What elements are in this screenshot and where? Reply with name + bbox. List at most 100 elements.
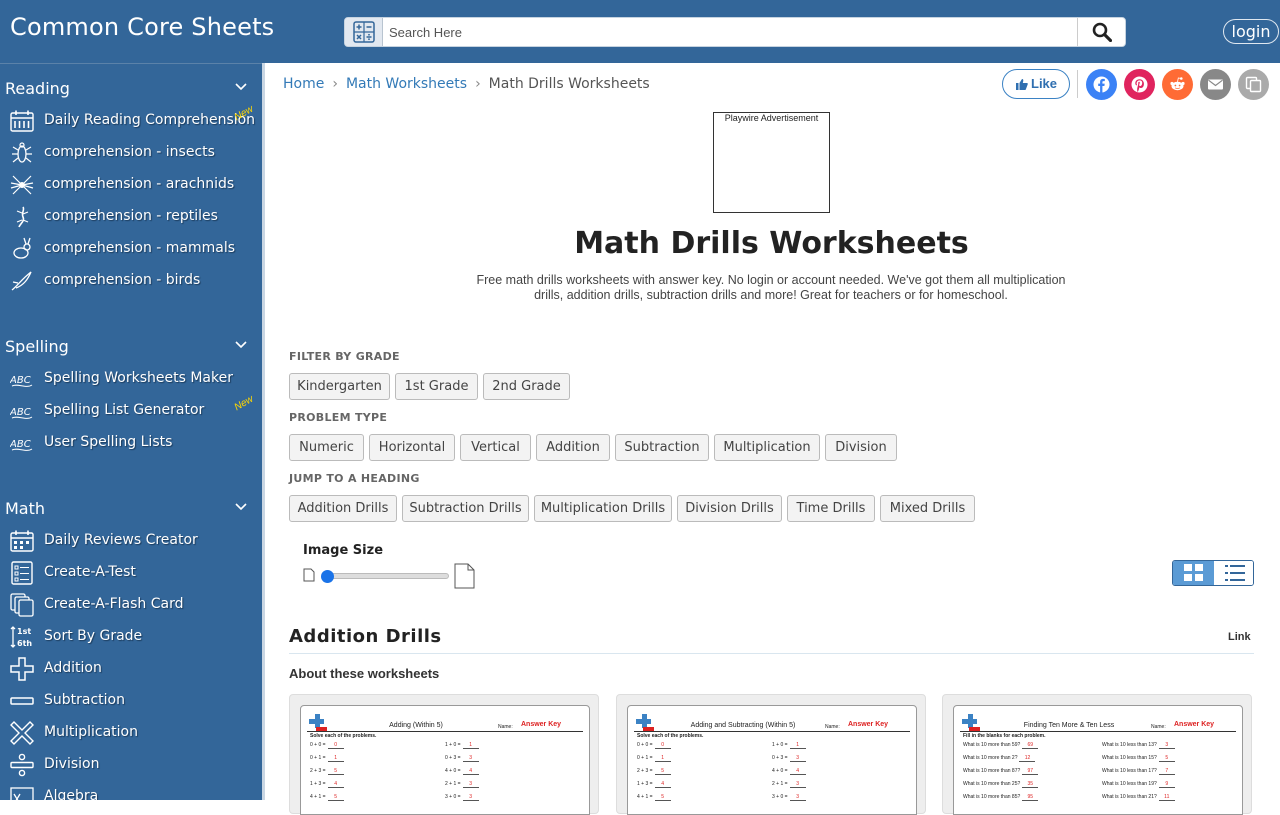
facebook-share-button[interactable] xyxy=(1086,69,1117,100)
sidebar-item-comprehension-arachnids[interactable]: comprehension - arachnids xyxy=(0,170,262,200)
image-size-slider[interactable] xyxy=(326,573,449,579)
email-share-button[interactable] xyxy=(1200,69,1231,100)
view-toggle xyxy=(1172,560,1254,586)
worksheet-instruction: Solve each of the problems. xyxy=(637,733,704,739)
worksheet-title: Finding Ten More & Ten Less xyxy=(1023,722,1115,729)
section-link[interactable]: Link xyxy=(1228,631,1251,643)
about-worksheets-heading[interactable]: About these worksheets xyxy=(289,666,439,681)
answer-key-label: Answer Key xyxy=(848,721,889,728)
abc-icon: ABC xyxy=(10,407,33,419)
calculator-icon[interactable] xyxy=(345,18,383,46)
copy-link-button[interactable] xyxy=(1238,69,1269,100)
sidebar-item-sort-by-grade[interactable]: 1st 6th Sort By Grade xyxy=(0,622,262,652)
type-chip-vertical[interactable]: Vertical xyxy=(460,434,531,461)
jump-chip-time-drills[interactable]: Time Drills xyxy=(787,495,875,522)
answer-key-label: Answer Key xyxy=(521,721,562,728)
sidebar-item-comprehension-mammals[interactable]: comprehension - mammals xyxy=(0,234,262,264)
problem-row: 0 + 1 = 1 xyxy=(637,755,671,762)
like-label: Like xyxy=(1031,76,1058,91)
sidebar-item-addition[interactable]: Addition xyxy=(0,654,262,684)
worksheet-card[interactable]: Adding and Subtracting (Within 5) Name: … xyxy=(616,694,926,815)
problem-row: 2 + 3 = 5 xyxy=(310,768,344,775)
chevron-down-icon xyxy=(235,503,247,511)
site-logo[interactable]: Common Core Sheets xyxy=(10,13,274,41)
sidebar-item-subtraction[interactable]: Subtraction xyxy=(0,686,262,716)
type-chip-division[interactable]: Division xyxy=(825,434,897,461)
sidebar-section-reading[interactable]: Reading xyxy=(5,79,255,103)
bird-icon xyxy=(11,271,32,291)
grade-chip-2nd[interactable]: 2nd Grade xyxy=(483,373,570,400)
grade-chip-1st[interactable]: 1st Grade xyxy=(395,373,478,400)
type-chip-multiplication[interactable]: Multiplication xyxy=(714,434,820,461)
sidebar-item-user-spelling-lists[interactable]: ABC User Spelling Lists xyxy=(0,428,262,458)
like-button[interactable]: Like xyxy=(1002,69,1070,99)
spider-icon xyxy=(10,175,34,195)
grade-bottom-label: 6th xyxy=(17,639,32,648)
grade-chip-kindergarten[interactable]: Kindergarten xyxy=(289,373,390,400)
sidebar-section-math[interactable]: Math xyxy=(5,499,255,523)
jump-chip-subtraction-drills[interactable]: Subtraction Drills xyxy=(402,495,529,522)
problem-row: 2 + 3 = 5 xyxy=(637,768,671,775)
sidebar-item-daily-reviews-creator[interactable]: Daily Reviews Creator xyxy=(0,526,262,556)
grade-sort-icon: 1st6th xyxy=(10,626,32,648)
sidebar-item-label: Addition xyxy=(44,660,102,676)
type-chip-addition[interactable]: Addition xyxy=(536,434,610,461)
lizard-icon xyxy=(16,206,29,228)
sidebar-item-create-a-flash-card[interactable]: Create-A-Flash Card xyxy=(0,590,262,620)
insect-icon xyxy=(12,142,32,163)
search-input[interactable] xyxy=(385,18,1077,46)
sidebar-item-spelling-worksheets-maker[interactable]: ABC Spelling Worksheets Maker xyxy=(0,364,262,394)
sidebar-section-spelling[interactable]: Spelling xyxy=(5,337,255,361)
slider-handle[interactable] xyxy=(321,570,334,583)
login-button[interactable]: login xyxy=(1223,19,1279,44)
jump-chip-division-drills[interactable]: Division Drills xyxy=(677,495,782,522)
worksheet-card[interactable]: Finding Ten More & Ten Less Name: Answer… xyxy=(942,694,1252,815)
sidebar-item-division[interactable]: Division xyxy=(0,750,262,780)
worksheet-preview: Finding Ten More & Ten Less Name: Answer… xyxy=(953,705,1243,815)
sidebar-item-comprehension-insects[interactable]: comprehension - insects xyxy=(0,138,262,168)
problem-row: 2 + 1 = 3 xyxy=(772,781,806,788)
type-chip-subtraction[interactable]: Subtraction xyxy=(615,434,709,461)
pinterest-share-button[interactable] xyxy=(1124,69,1155,100)
sidebar-item-daily-reading-comprehension[interactable]: Daily Reading Comprehension New xyxy=(0,104,262,136)
problem-row: 1 + 3 = 4 xyxy=(310,781,344,788)
breadcrumb-math-link[interactable]: Math Worksheets xyxy=(346,76,467,92)
jump-chip-mixed-drills[interactable]: Mixed Drills xyxy=(880,495,975,522)
reddit-share-button[interactable] xyxy=(1162,69,1193,100)
sidebar-item-comprehension-birds[interactable]: comprehension - birds xyxy=(0,266,262,296)
sidebar: Reading Daily Reading Comprehension New … xyxy=(0,63,262,800)
sidebar-item-label: User Spelling Lists xyxy=(44,434,173,450)
worksheet-card[interactable]: Adding (Within 5) Name: Answer Key Solve… xyxy=(289,694,599,815)
list-view-button[interactable] xyxy=(1214,561,1253,585)
divider xyxy=(1077,70,1078,98)
breadcrumb-home-link[interactable]: Home xyxy=(283,76,324,92)
problem-row: 4 + 0 = 4 xyxy=(445,768,479,775)
sidebar-item-multiplication[interactable]: Multiplication xyxy=(0,718,262,748)
large-page-icon xyxy=(454,563,475,589)
worksheet-name-label: Name: xyxy=(825,724,840,730)
type-chip-horizontal[interactable]: Horizontal xyxy=(369,434,455,461)
worksheet-preview: Adding and Subtracting (Within 5) Name: … xyxy=(627,705,917,815)
worksheet-rule xyxy=(307,731,583,732)
chevron-down-icon xyxy=(235,83,247,91)
worksheet-name-label: Name: xyxy=(1151,724,1166,730)
problem-row: 1 + 3 = 4 xyxy=(637,781,671,788)
sidebar-item-algebra[interactable]: Algebra xyxy=(0,782,262,800)
filter-grade-label: FILTER BY GRADE xyxy=(289,350,400,363)
divide-icon xyxy=(10,753,34,777)
search-button[interactable] xyxy=(1077,18,1125,46)
pinterest-icon xyxy=(1131,76,1148,93)
advertisement[interactable]: Playwire Advertisement xyxy=(713,112,830,213)
sidebar-item-comprehension-reptiles[interactable]: comprehension - reptiles xyxy=(0,202,262,232)
sidebar-item-label: Spelling List Generator xyxy=(44,402,205,418)
grid-view-button[interactable] xyxy=(1173,561,1214,585)
sidebar-item-create-a-test[interactable]: Create-A-Test xyxy=(0,558,262,588)
sidebar-item-spelling-list-generator[interactable]: ABC Spelling List Generator New xyxy=(0,394,262,426)
cards-icon xyxy=(10,593,34,617)
svg-text:ABC: ABC xyxy=(10,439,31,450)
jump-chip-multiplication-drills[interactable]: Multiplication Drills xyxy=(534,495,672,522)
problem-row: 2 + 1 = 3 xyxy=(445,781,479,788)
type-chip-numeric[interactable]: Numeric xyxy=(289,434,364,461)
svg-text:ABC: ABC xyxy=(10,407,31,418)
jump-chip-addition-drills[interactable]: Addition Drills xyxy=(289,495,397,522)
